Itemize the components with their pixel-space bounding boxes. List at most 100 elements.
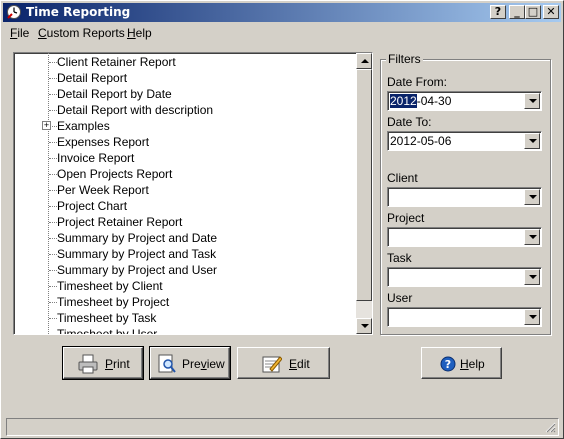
tree-connector <box>49 270 57 271</box>
tree-item-label: Detail Report by Date <box>57 87 172 101</box>
date-from-dropdown-button[interactable] <box>524 93 540 109</box>
tree-connector <box>49 334 57 335</box>
chevron-down-icon <box>529 235 537 239</box>
resize-grip-icon[interactable] <box>544 421 556 433</box>
menu-file[interactable]: File <box>10 26 29 40</box>
tree-item[interactable]: Per Week Report <box>14 182 356 198</box>
menu-help[interactable]: Help <box>127 26 152 40</box>
tree-connector <box>49 286 57 287</box>
title-bar[interactable]: Time Reporting ? _ □ ✕ <box>3 3 561 22</box>
task-dropdown-button[interactable] <box>524 269 540 285</box>
tree-item[interactable]: Timesheet by Project <box>14 294 356 310</box>
date-from-text: -04-30 <box>416 94 452 108</box>
help-question-icon: ? <box>440 356 456 372</box>
tree-item[interactable]: Detail Report <box>14 70 356 86</box>
tree-item[interactable]: Detail Report by Date <box>14 86 356 102</box>
edit-pencil-icon <box>262 356 282 373</box>
tree-item-label: Project Retainer Report <box>57 215 183 229</box>
user-select[interactable] <box>387 307 542 327</box>
tree-item-label: Timesheet by User <box>57 327 158 335</box>
window-title: Time Reporting <box>26 5 131 19</box>
user-dropdown-button[interactable] <box>524 309 540 325</box>
tree-item[interactable]: Detail Report with description <box>14 102 356 118</box>
scroll-thumb[interactable] <box>356 69 372 301</box>
print-button[interactable]: Print <box>62 346 144 380</box>
date-from-field[interactable]: 2012-04-30 <box>387 91 542 111</box>
tree-item[interactable]: Project Retainer Report <box>14 214 356 230</box>
chevron-down-icon <box>529 139 537 143</box>
edit-button[interactable]: Edit <box>237 347 330 379</box>
tree-connector <box>49 174 57 175</box>
expand-plus-icon[interactable]: + <box>42 121 51 130</box>
tree-connector <box>49 190 57 191</box>
tree-item[interactable]: + Examples <box>14 118 356 134</box>
menu-custom-reports[interactable]: Custom Reports <box>38 26 125 40</box>
tree-item[interactable]: Invoice Report <box>14 150 356 166</box>
svg-text:?: ? <box>445 358 451 371</box>
tree-item-label: Project Chart <box>57 199 128 213</box>
tree-item-label: Timesheet by Task <box>57 311 157 325</box>
user-label: User <box>387 291 413 305</box>
client-dropdown-button[interactable] <box>524 189 540 205</box>
tree-item[interactable]: Summary by Project and Task <box>14 246 356 262</box>
tree-item[interactable]: Open Projects Report <box>14 166 356 182</box>
tree-connector <box>49 94 57 95</box>
maximize-button[interactable]: □ <box>525 5 541 19</box>
date-to-label: Date To: <box>387 115 432 129</box>
tree-item[interactable]: Summary by Project and User <box>14 262 356 278</box>
tree-item[interactable]: Expenses Report <box>14 134 356 150</box>
menu-bar: File Custom Reports Help <box>3 24 561 42</box>
tree-item[interactable]: Timesheet by Client <box>14 278 356 294</box>
arrow-up-icon <box>361 59 369 63</box>
tree-item-label: Summary by Project and Date <box>57 231 218 245</box>
tree-item-label: Examples <box>57 119 110 133</box>
project-dropdown-button[interactable] <box>524 229 540 245</box>
task-select[interactable] <box>387 267 542 287</box>
tree-connector <box>49 142 57 143</box>
tree-item[interactable]: Timesheet by User <box>14 326 356 335</box>
date-from-selected-text: 2012 <box>390 94 417 108</box>
tree-connector <box>49 158 57 159</box>
tree-connector <box>49 318 57 319</box>
tree-connector <box>49 238 57 239</box>
task-label: Task <box>387 251 412 265</box>
tree-item[interactable]: Project Chart <box>14 198 356 214</box>
preview-button[interactable]: Preview <box>149 346 231 380</box>
client-select[interactable] <box>387 187 542 207</box>
report-tree[interactable]: Client Retainer Report Detail Report Detai… <box>13 52 373 335</box>
tree-connector <box>49 110 57 111</box>
tree-item-label: Summary by Project and Task <box>57 247 217 261</box>
tree-connector <box>49 206 57 207</box>
help-button[interactable]: ? Help <box>421 347 502 379</box>
date-to-dropdown-button[interactable] <box>524 133 540 149</box>
tree-item-label: Per Week Report <box>57 183 149 197</box>
tree-item[interactable]: Timesheet by Task <box>14 310 356 326</box>
tree-item[interactable]: Client Retainer Report <box>14 54 356 70</box>
scroll-down-button[interactable] <box>356 318 372 334</box>
tree-connector <box>49 302 57 303</box>
chevron-down-icon <box>529 195 537 199</box>
date-to-field[interactable]: 2012-05-06 <box>387 131 542 151</box>
magnifier-page-icon <box>158 354 176 373</box>
client-label: Client <box>387 171 418 185</box>
tree-connector <box>49 78 57 79</box>
tree-item-label: Open Projects Report <box>57 167 173 181</box>
arrow-down-icon <box>361 324 369 328</box>
minimize-button[interactable]: _ <box>509 5 525 19</box>
tree-scrollbar[interactable] <box>356 53 372 334</box>
tree-connector <box>49 62 57 63</box>
tree-item-label: Timesheet by Project <box>57 295 170 309</box>
project-label: Project <box>387 211 425 225</box>
tree-item[interactable]: Summary by Project and Date <box>14 230 356 246</box>
tree-item-label: Timesheet by Client <box>57 279 163 293</box>
close-button[interactable]: ✕ <box>543 5 559 19</box>
printer-icon <box>78 354 98 374</box>
status-bar <box>6 418 559 436</box>
tree-item-label: Expenses Report <box>57 135 150 149</box>
project-select[interactable] <box>387 227 542 247</box>
help-title-button[interactable]: ? <box>490 5 506 19</box>
scroll-up-button[interactable] <box>356 53 372 69</box>
date-from-label: Date From: <box>387 75 448 89</box>
tree-connector <box>49 222 57 223</box>
tree-item-label: Detail Report <box>57 71 128 85</box>
